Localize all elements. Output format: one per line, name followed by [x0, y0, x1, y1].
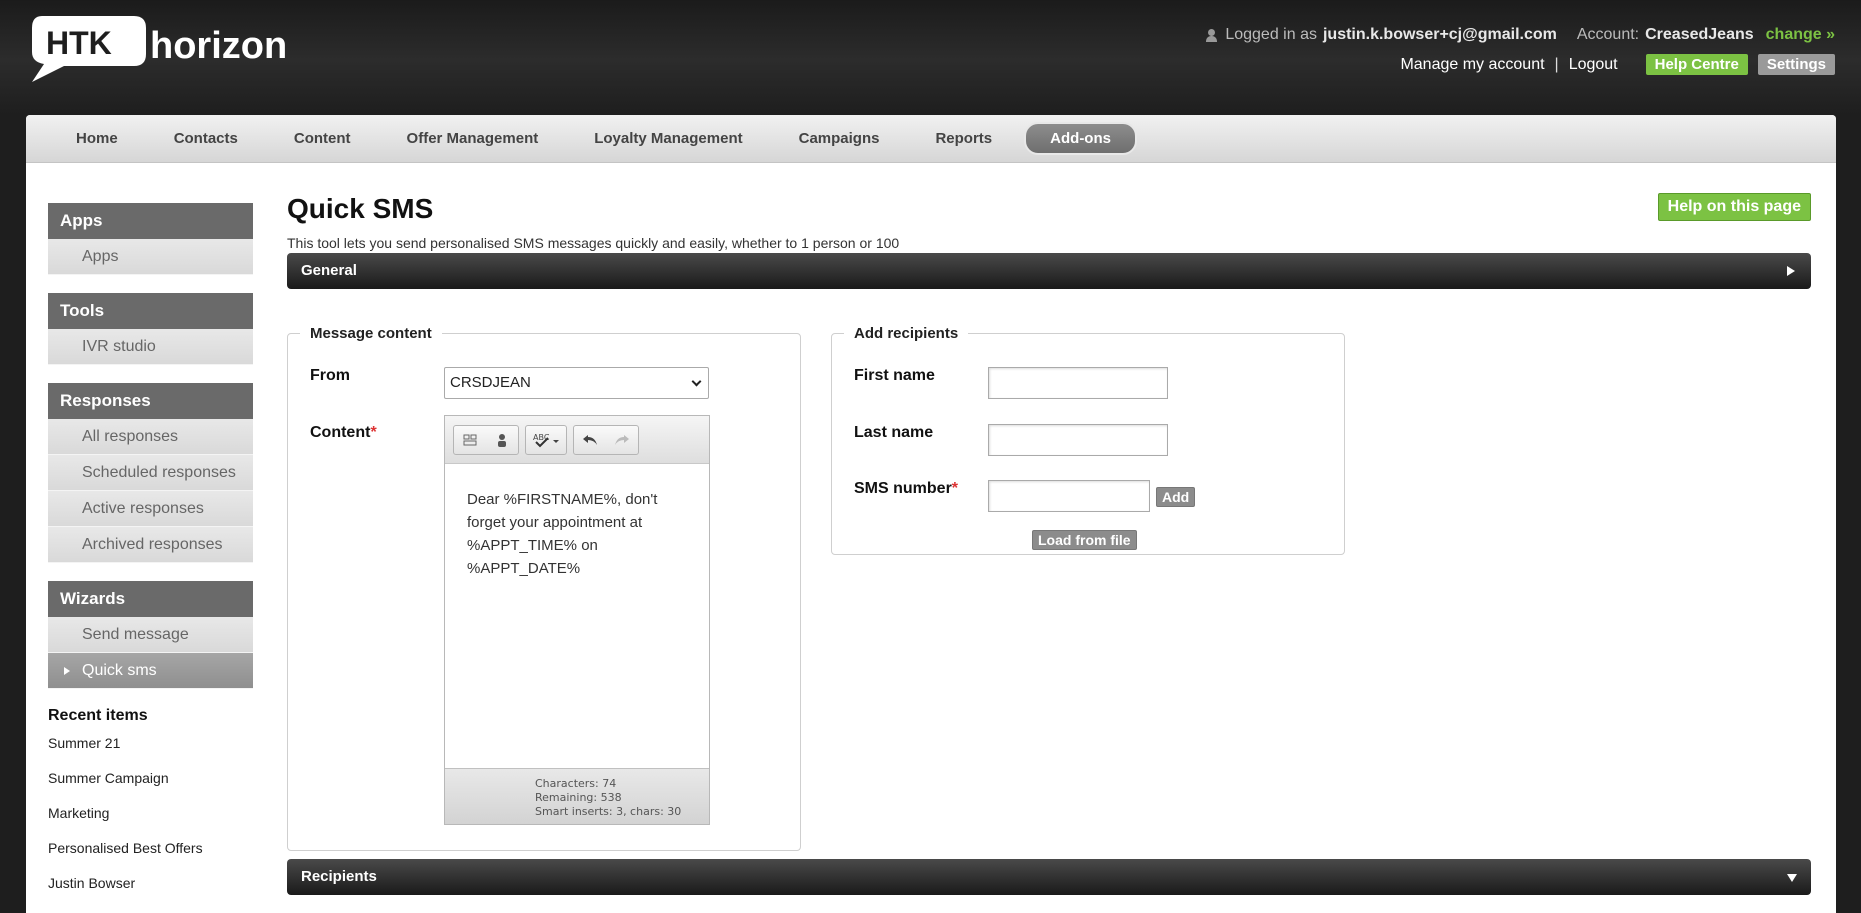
- message-content-legend: Message content: [310, 325, 432, 342]
- spellcheck-group: ABC: [525, 424, 567, 455]
- recent-item[interactable]: Personalised Best Offers: [48, 840, 253, 875]
- undo-icon[interactable]: [574, 426, 606, 454]
- recent-item[interactable]: Justin Bowser: [48, 875, 253, 910]
- chevron-down-icon: [691, 376, 702, 387]
- content-editor: ABC Dear %FIRSTNAME%, don't forget your …: [444, 415, 710, 825]
- required-mark: *: [370, 424, 377, 441]
- expand-arrow-icon: [1787, 266, 1795, 276]
- characters-count: Characters: 74: [535, 777, 617, 790]
- link-separator: |: [1554, 55, 1559, 73]
- first-name-input[interactable]: [988, 367, 1168, 399]
- content-area: Quick SMS Help on this page This tool le…: [287, 193, 1811, 895]
- recent-item[interactable]: Marketing: [48, 805, 253, 840]
- settings-button[interactable]: Settings: [1757, 54, 1835, 75]
- logged-in-label: Logged in as: [1225, 26, 1317, 43]
- collapse-arrow-icon: [1787, 874, 1797, 882]
- add-recipients-legend: Add recipients: [854, 325, 959, 342]
- nav-campaigns[interactable]: Campaigns: [775, 124, 904, 153]
- sidebar-heading: Responses: [48, 383, 253, 419]
- sidebar-item-quick-sms[interactable]: Quick sms: [48, 653, 253, 689]
- sidebar-item-archived-responses[interactable]: Archived responses: [48, 527, 253, 563]
- sms-number-label: SMS number*: [854, 480, 959, 497]
- from-label: From: [310, 367, 350, 384]
- sidebar-item-ivr-studio[interactable]: IVR studio: [48, 329, 253, 365]
- sidebar-item-apps[interactable]: Apps: [48, 239, 253, 275]
- general-section-header[interactable]: General: [287, 253, 1811, 289]
- from-select[interactable]: CRSDJEAN: [444, 367, 709, 399]
- sidebar-item-all-responses[interactable]: All responses: [48, 419, 253, 455]
- content-line: %APPT_DATE%: [467, 560, 581, 577]
- help-centre-button[interactable]: Help Centre: [1645, 54, 1748, 75]
- user-icon: [1206, 28, 1218, 42]
- from-select-value: CRSDJEAN: [450, 374, 531, 391]
- manage-account-link[interactable]: Manage my account: [1400, 56, 1544, 74]
- sidebar-item-scheduled-responses[interactable]: Scheduled responses: [48, 455, 253, 491]
- insert-tools-group: [453, 424, 519, 455]
- htk-horizon-logo[interactable]: HTK horizon: [30, 12, 300, 84]
- intro-text: This tool lets you send personalised SMS…: [287, 235, 900, 251]
- nav-home[interactable]: Home: [52, 124, 142, 153]
- recipients-section-label: Recipients: [301, 868, 377, 885]
- content-textarea[interactable]: Dear %FIRSTNAME%, don't forget your appo…: [445, 464, 709, 768]
- main-panel: Home Contacts Content Offer Management L…: [26, 115, 1836, 913]
- smart-insert-person-icon[interactable]: [486, 426, 518, 454]
- user-email: justin.k.bowser+cj@gmail.com: [1322, 26, 1557, 43]
- recent-item[interactable]: Summer 21: [48, 735, 253, 770]
- account-label: Account:: [1576, 26, 1640, 43]
- header: HTK horizon Logged in as justin.k.bowser…: [0, 0, 1861, 115]
- help-on-page-button[interactable]: Help on this page: [1657, 193, 1811, 221]
- sidebar-item-send-message[interactable]: Send message: [48, 617, 253, 653]
- nav-reports[interactable]: Reports: [911, 124, 1016, 153]
- recent-items-title: Recent items: [48, 707, 148, 724]
- nav-contacts[interactable]: Contacts: [150, 124, 262, 153]
- first-name-label: First name: [854, 367, 935, 384]
- template-icon[interactable]: [454, 426, 486, 454]
- change-account-link[interactable]: change »: [1766, 26, 1835, 44]
- nav-content[interactable]: Content: [270, 124, 375, 153]
- content-line: %APPT_TIME% on: [467, 537, 598, 554]
- character-counter: Characters: 74 Remaining: 538 Smart inse…: [445, 768, 709, 824]
- logout-link[interactable]: Logout: [1569, 56, 1618, 74]
- required-mark: *: [951, 480, 959, 497]
- sidebar-group-apps: Apps Apps: [48, 203, 253, 275]
- content-label: Content*: [310, 424, 377, 441]
- main-nav: Home Contacts Content Offer Management L…: [26, 115, 1836, 163]
- nav-loyalty-management[interactable]: Loyalty Management: [570, 124, 766, 153]
- account-info: Logged in as justin.k.bowser+cj@gmail.co…: [1206, 24, 1835, 75]
- nav-offer-management[interactable]: Offer Management: [383, 124, 563, 153]
- recipients-section-header[interactable]: Recipients: [287, 859, 1811, 895]
- account-name: CreasedJeans: [1645, 26, 1754, 43]
- general-section-label: General: [301, 262, 357, 279]
- sidebar-heading: Apps: [48, 203, 253, 239]
- message-content-fieldset: Message content From CRSDJEAN Content* A…: [287, 325, 801, 851]
- sms-number-input[interactable]: [988, 480, 1150, 512]
- sidebar-item-active-responses[interactable]: Active responses: [48, 491, 253, 527]
- content-line: Dear %FIRSTNAME%, don't: [467, 491, 658, 508]
- svg-text:HTK: HTK: [46, 25, 112, 61]
- svg-text:horizon: horizon: [150, 25, 287, 67]
- smart-inserts-count: Smart inserts: 3, chars: 30: [535, 805, 682, 818]
- last-name-input[interactable]: [988, 424, 1168, 456]
- recent-item[interactable]: Summer Campaign: [48, 770, 253, 805]
- sidebar-heading: Tools: [48, 293, 253, 329]
- load-from-file-button[interactable]: Load from file: [1032, 530, 1137, 550]
- sidebar-heading: Wizards: [48, 581, 253, 617]
- nav-add-ons[interactable]: Add-ons: [1024, 122, 1137, 155]
- sidebar-group-tools: Tools IVR studio: [48, 293, 253, 365]
- add-recipients-fieldset: Add recipients First name Last name SMS …: [831, 325, 1345, 555]
- last-name-label: Last name: [854, 424, 934, 441]
- content-line: forget your appointment at: [467, 514, 643, 531]
- sidebar-group-wizards: Wizards Send message Quick sms: [48, 581, 253, 689]
- editor-toolbar: ABC: [445, 416, 709, 464]
- remaining-count: Remaining: 538: [535, 791, 622, 804]
- page-title: Quick SMS: [287, 193, 434, 224]
- sidebar-group-responses: Responses All responses Scheduled respon…: [48, 383, 253, 563]
- spellcheck-icon[interactable]: ABC: [526, 426, 566, 454]
- sidebar: Apps Apps Tools IVR studio Responses All…: [48, 203, 253, 910]
- add-recipient-button[interactable]: Add: [1156, 487, 1196, 507]
- redo-icon[interactable]: [606, 426, 638, 454]
- history-group: [573, 424, 639, 455]
